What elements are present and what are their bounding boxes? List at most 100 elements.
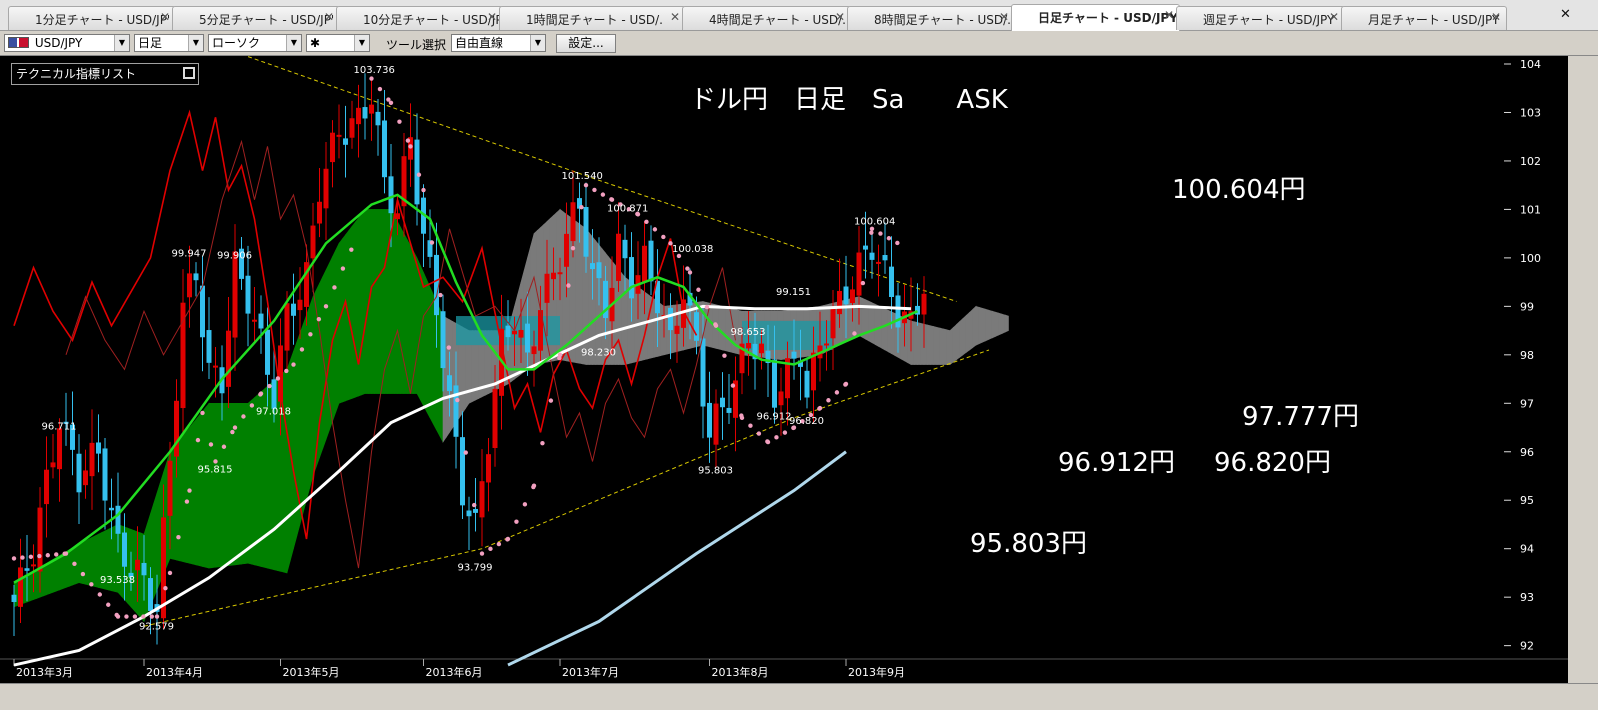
candle-body — [895, 295, 901, 328]
parabolic-sar-dot — [570, 245, 576, 251]
candle-body — [824, 343, 829, 346]
symbol-select[interactable]: USD/JPY ▼ — [4, 34, 130, 52]
price-label: 95.815 — [198, 465, 233, 476]
settings-button[interactable]: 設定... — [556, 34, 616, 53]
timeframe-value: 日足 — [138, 36, 163, 50]
indicator-list-label: テクニカル指標リスト — [16, 67, 137, 81]
parabolic-sar-dot — [388, 100, 394, 105]
parabolic-sar-dot — [149, 614, 154, 619]
ichimoku-cloud-segment — [991, 310, 996, 339]
ichimoku-cloud-segment — [228, 402, 233, 567]
close-icon[interactable]: ✕ — [1164, 8, 1174, 22]
parabolic-sar-dot — [566, 283, 571, 288]
candle-body — [135, 559, 140, 571]
parabolic-sar-dot — [349, 247, 354, 252]
ichimoku-cloud-segment — [218, 402, 223, 568]
ichimoku-cloud-segment — [406, 239, 411, 394]
parabolic-sar-dot — [463, 450, 468, 455]
chart-area[interactable]: 92 93 94 95 96 97 98 99 100 101 102 103 104 2013年3月 20… — [0, 56, 1568, 683]
candle — [291, 273, 296, 345]
parabolic-sar-dot — [377, 86, 383, 92]
price-label: 96.711 — [42, 421, 77, 432]
line-style-select[interactable]: ✱ ▼ — [306, 34, 370, 52]
candle — [616, 202, 621, 292]
parabolic-sar-dot — [200, 410, 205, 416]
tab-chart-2[interactable]: 10分足チャート - USD/JP ✕ — [336, 6, 503, 30]
candle — [733, 356, 738, 452]
candlestick-chart[interactable]: 92 93 94 95 96 97 98 99 100 101 102 103 104 2013年3月 20… — [0, 56, 1568, 683]
chart-style-select[interactable]: ローソク ▼ — [208, 34, 302, 52]
parabolic-sar-dot — [730, 383, 736, 388]
ichimoku-cloud-segment — [88, 536, 93, 587]
close-icon[interactable]: ✕ — [1491, 10, 1501, 24]
candle-body — [297, 299, 303, 311]
candle — [713, 389, 719, 469]
candle-body — [323, 168, 329, 209]
candle — [707, 371, 712, 463]
price-label: 100.604 — [854, 217, 895, 228]
parabolic-sar-dot — [496, 541, 502, 547]
parabolic-sar-dot — [514, 519, 519, 524]
tab-list-close-icon[interactable]: ✕ — [1560, 7, 1571, 22]
close-icon[interactable]: ✕ — [487, 10, 497, 24]
tab-chart-8[interactable]: 月足チャート - USD/JPY ✕ — [1341, 6, 1507, 30]
parabolic-sar-dot — [834, 390, 840, 395]
candle-body — [668, 307, 673, 331]
candle-body — [76, 453, 82, 493]
candle — [382, 89, 387, 194]
ichimoku-cloud-segment — [283, 368, 288, 574]
ichimoku-cloud-segment — [42, 562, 47, 597]
candle-body — [525, 323, 530, 353]
candle — [200, 255, 205, 372]
candle-body — [726, 407, 732, 413]
close-icon[interactable]: ✕ — [999, 10, 1009, 24]
ichimoku-cloud-segment — [208, 402, 213, 569]
close-icon[interactable]: ✕ — [324, 10, 334, 24]
tab-label: 4時間足チャート - USD/. — [709, 13, 846, 27]
tab-label: 8時間足チャート - USD/. — [874, 13, 1011, 27]
close-icon[interactable]: ✕ — [160, 10, 170, 24]
tab-label: 5分足チャート - USD/JP' — [199, 13, 335, 27]
ichimoku-cloud-segment — [975, 305, 980, 346]
tab-chart-5[interactable]: 8時間足チャート - USD/. ✕ — [847, 6, 1015, 30]
ichimoku-cloud-segment — [182, 430, 187, 563]
candle-body — [551, 272, 556, 280]
parabolic-sar-dot — [416, 172, 422, 177]
candle-body — [141, 562, 147, 576]
price-label: 97.018 — [256, 406, 291, 417]
candle — [460, 411, 465, 520]
tab-chart-1[interactable]: 5分足チャート - USD/JP' ✕ — [172, 6, 340, 30]
parabolic-sar-dot — [886, 236, 892, 241]
close-icon[interactable]: ✕ — [835, 10, 845, 24]
y-tick-label: 104 — [1520, 58, 1541, 71]
tab-chart-3[interactable]: 1時間足チャート - USD/. ✕ — [499, 6, 686, 30]
indicator-list-panel[interactable]: テクニカル指標リスト — [11, 63, 199, 85]
candle-body — [109, 507, 114, 511]
parabolic-sar-dot — [852, 331, 857, 336]
y-tick-label: 103 — [1520, 106, 1541, 119]
candle-body — [122, 532, 127, 567]
tab-chart-0[interactable]: 1分足チャート - USD/JP' ✕ — [8, 6, 176, 30]
ichimoku-cloud-segment — [185, 426, 190, 564]
restore-icon[interactable] — [183, 67, 195, 79]
tab-chart-4[interactable]: 4時間足チャート - USD/. ✕ — [682, 6, 851, 30]
candle — [317, 167, 322, 238]
tab-chart-6[interactable]: 日足チャート - USD/JPY ✕ — [1011, 4, 1180, 31]
candle-body — [837, 290, 842, 315]
candle-body — [447, 375, 452, 392]
parabolic-sar-dot — [479, 551, 485, 556]
close-icon[interactable]: ✕ — [1329, 10, 1339, 24]
parabolic-sar-dot — [154, 614, 160, 619]
close-icon[interactable]: ✕ — [670, 10, 680, 24]
ichimoku-cloud-segment — [68, 547, 73, 587]
tab-chart-7[interactable]: 週足チャート - USD/JPY ✕ — [1176, 6, 1345, 30]
x-tick-label: 2013年6月 — [426, 665, 483, 679]
timeframe-select[interactable]: 日足 ▼ — [134, 34, 204, 52]
tool-select[interactable]: 自由直線 ▼ — [451, 34, 546, 52]
ichimoku-cloud-segment — [1004, 314, 1009, 333]
parabolic-sar-dot — [106, 602, 111, 607]
y-tick-label: 100 — [1520, 252, 1541, 265]
ichimoku-cloud-segment — [299, 323, 304, 525]
candle-body — [375, 111, 381, 126]
parabolic-sar-dot — [540, 440, 545, 446]
